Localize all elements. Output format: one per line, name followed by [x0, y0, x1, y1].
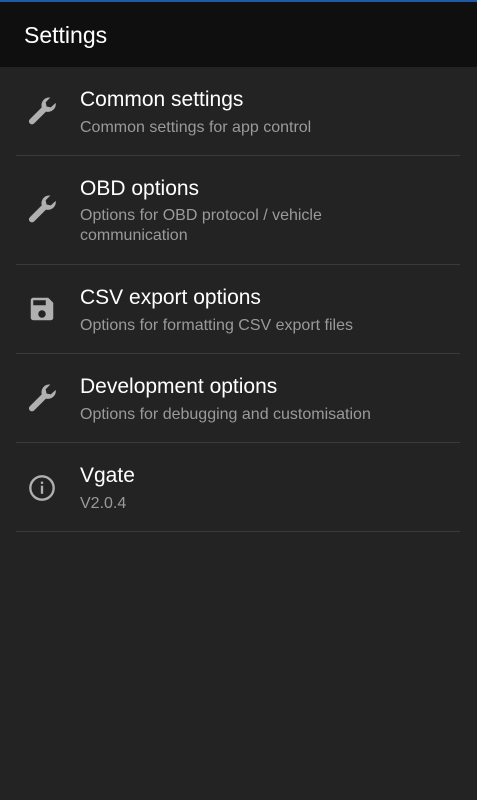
- app-bar: Settings: [0, 2, 477, 67]
- settings-item-obd[interactable]: OBD options Options for OBD protocol / v…: [0, 156, 477, 265]
- settings-item-summary: Options for OBD protocol / vehicle commu…: [80, 207, 322, 244]
- settings-item-development[interactable]: Development options Options for debuggin…: [0, 354, 477, 443]
- info-icon: [24, 470, 60, 506]
- wrench-icon: [24, 191, 60, 227]
- settings-item-summary: V2.0.4: [80, 495, 127, 512]
- wrench-icon: [24, 380, 60, 416]
- settings-item-csv-export[interactable]: CSV export options Options for formattin…: [0, 265, 477, 354]
- settings-item-summary: Options for formatting CSV export files: [80, 317, 353, 334]
- settings-item-title: Common settings: [80, 88, 244, 111]
- page-title: Settings: [24, 22, 108, 48]
- settings-list: Common settings Common settings for app …: [0, 67, 477, 532]
- settings-item-title: Development options: [80, 375, 278, 398]
- settings-item-summary: Options for debugging and customisation: [80, 406, 371, 423]
- settings-item-about[interactable]: Vgate V2.0.4: [0, 443, 477, 532]
- settings-item-title: OBD options: [80, 177, 200, 200]
- settings-item-title: Vgate: [80, 464, 135, 487]
- divider: [16, 531, 460, 532]
- wrench-icon: [24, 93, 60, 129]
- settings-item-title: CSV export options: [80, 286, 261, 309]
- save-icon: [24, 291, 60, 327]
- settings-item-summary: Common settings for app control: [80, 119, 312, 136]
- settings-item-common[interactable]: Common settings Common settings for app …: [0, 67, 477, 156]
